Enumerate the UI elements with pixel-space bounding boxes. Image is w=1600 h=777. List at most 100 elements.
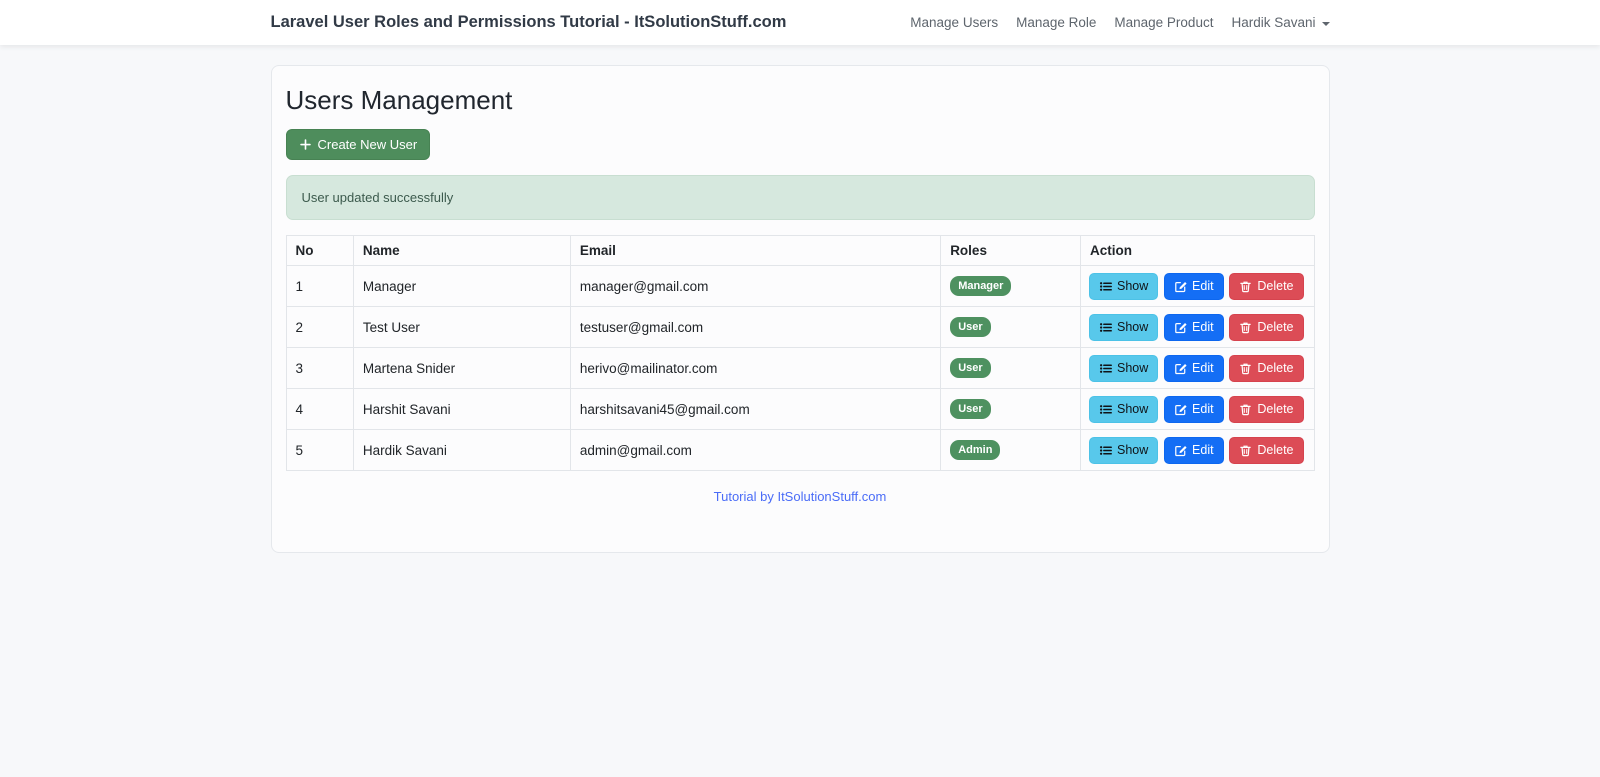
delete-label: Delete: [1257, 443, 1293, 458]
show-button[interactable]: Show: [1089, 273, 1158, 300]
nav-manage-role[interactable]: Manage Role: [1016, 15, 1096, 30]
cell-actions: Show Edit Delete: [1081, 307, 1315, 348]
cell-email: harshitsavani45@gmail.com: [570, 389, 940, 430]
delete-label: Delete: [1257, 279, 1293, 294]
role-badge: User: [950, 399, 990, 419]
brand-title[interactable]: Laravel User Roles and Permissions Tutor…: [271, 13, 787, 32]
col-header-email: Email: [570, 236, 940, 266]
nav-manage-users[interactable]: Manage Users: [910, 15, 998, 30]
list-icon: [1099, 321, 1112, 334]
plus-icon: [299, 138, 312, 151]
table-row: 5 Hardik Savani admin@gmail.com Admin Sh…: [286, 430, 1314, 471]
navbar: Laravel User Roles and Permissions Tutor…: [0, 0, 1600, 45]
users-management-card: Users Management Create New User User up…: [271, 65, 1330, 553]
cell-actions: Show Edit Delete: [1081, 266, 1315, 307]
cell-name: Hardik Savani: [353, 430, 570, 471]
trash-icon: [1239, 321, 1252, 334]
cell-email: admin@gmail.com: [570, 430, 940, 471]
nav-links: Manage Users Manage Role Manage Product …: [910, 15, 1329, 30]
table-row: 3 Martena Snider herivo@mailinator.com U…: [286, 348, 1314, 389]
cell-no: 4: [286, 389, 353, 430]
delete-label: Delete: [1257, 361, 1293, 376]
pencil-square-icon: [1174, 321, 1187, 334]
create-new-user-button[interactable]: Create New User: [286, 129, 431, 160]
success-alert: User updated successfully: [286, 175, 1315, 220]
cell-name: Martena Snider: [353, 348, 570, 389]
edit-button[interactable]: Edit: [1164, 355, 1224, 382]
cell-no: 5: [286, 430, 353, 471]
role-badge: Manager: [950, 276, 1011, 296]
edit-button[interactable]: Edit: [1164, 437, 1224, 464]
edit-label: Edit: [1192, 402, 1214, 417]
show-label: Show: [1117, 402, 1148, 417]
cell-roles: User: [941, 389, 1081, 430]
list-icon: [1099, 403, 1112, 416]
delete-button[interactable]: Delete: [1229, 355, 1303, 382]
cell-no: 3: [286, 348, 353, 389]
edit-button[interactable]: Edit: [1164, 314, 1224, 341]
list-icon: [1099, 362, 1112, 375]
delete-label: Delete: [1257, 320, 1293, 335]
cell-email: manager@gmail.com: [570, 266, 940, 307]
delete-button[interactable]: Delete: [1229, 437, 1303, 464]
show-button[interactable]: Show: [1089, 396, 1158, 423]
trash-icon: [1239, 444, 1252, 457]
cell-roles: User: [941, 307, 1081, 348]
users-table: No Name Email Roles Action 1 Manager man…: [286, 235, 1315, 471]
table-row: 4 Harshit Savani harshitsavani45@gmail.c…: [286, 389, 1314, 430]
trash-icon: [1239, 403, 1252, 416]
col-header-action: Action: [1081, 236, 1315, 266]
delete-button[interactable]: Delete: [1229, 273, 1303, 300]
delete-button[interactable]: Delete: [1229, 314, 1303, 341]
nav-manage-product[interactable]: Manage Product: [1114, 15, 1213, 30]
edit-button[interactable]: Edit: [1164, 396, 1224, 423]
edit-label: Edit: [1192, 320, 1214, 335]
main-content: Users Management Create New User User up…: [271, 65, 1330, 553]
show-label: Show: [1117, 279, 1148, 294]
cell-actions: Show Edit Delete: [1081, 389, 1315, 430]
role-badge: Admin: [950, 440, 1000, 460]
show-label: Show: [1117, 320, 1148, 335]
edit-button[interactable]: Edit: [1164, 273, 1224, 300]
user-menu-label: Hardik Savani: [1231, 15, 1315, 30]
cell-actions: Show Edit Delete: [1081, 430, 1315, 471]
role-badge: User: [950, 317, 990, 337]
role-badge: User: [950, 358, 990, 378]
pencil-square-icon: [1174, 280, 1187, 293]
table-header-row: No Name Email Roles Action: [286, 236, 1314, 266]
show-label: Show: [1117, 361, 1148, 376]
trash-icon: [1239, 362, 1252, 375]
table-row: 1 Manager manager@gmail.com Manager Show…: [286, 266, 1314, 307]
col-header-no: No: [286, 236, 353, 266]
list-icon: [1099, 444, 1112, 457]
delete-label: Delete: [1257, 402, 1293, 417]
pencil-square-icon: [1174, 362, 1187, 375]
cell-no: 1: [286, 266, 353, 307]
cell-name: Harshit Savani: [353, 389, 570, 430]
caret-down-icon: [1322, 22, 1330, 26]
pencil-square-icon: [1174, 403, 1187, 416]
pencil-square-icon: [1174, 444, 1187, 457]
tutorial-link[interactable]: Tutorial by ItSolutionStuff.com: [714, 489, 887, 504]
show-button[interactable]: Show: [1089, 314, 1158, 341]
table-row: 2 Test User testuser@gmail.com User Show…: [286, 307, 1314, 348]
cell-actions: Show Edit Delete: [1081, 348, 1315, 389]
page-title: Users Management: [286, 85, 1315, 116]
trash-icon: [1239, 280, 1252, 293]
edit-label: Edit: [1192, 361, 1214, 376]
cell-roles: User: [941, 348, 1081, 389]
col-header-roles: Roles: [941, 236, 1081, 266]
cell-name: Manager: [353, 266, 570, 307]
cell-roles: Admin: [941, 430, 1081, 471]
col-header-name: Name: [353, 236, 570, 266]
cell-roles: Manager: [941, 266, 1081, 307]
show-button[interactable]: Show: [1089, 437, 1158, 464]
cell-no: 2: [286, 307, 353, 348]
edit-label: Edit: [1192, 279, 1214, 294]
cell-email: testuser@gmail.com: [570, 307, 940, 348]
show-label: Show: [1117, 443, 1148, 458]
delete-button[interactable]: Delete: [1229, 396, 1303, 423]
edit-label: Edit: [1192, 443, 1214, 458]
user-menu-dropdown[interactable]: Hardik Savani: [1231, 15, 1329, 30]
show-button[interactable]: Show: [1089, 355, 1158, 382]
